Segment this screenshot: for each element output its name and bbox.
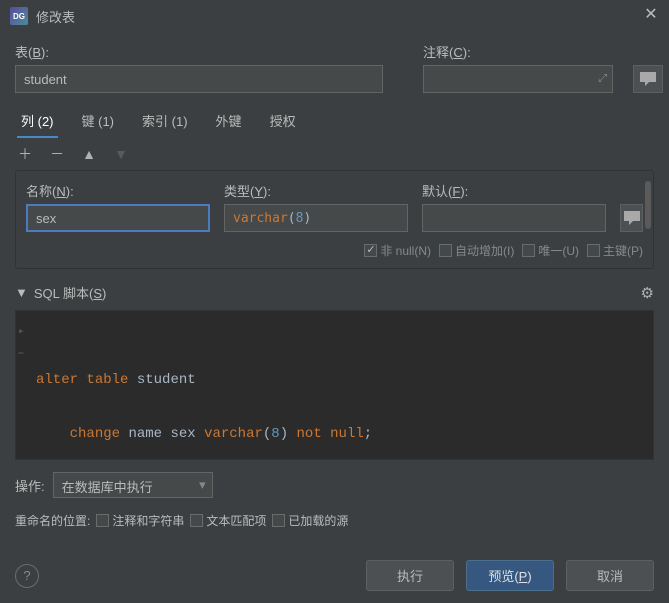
primary-key-checkbox[interactable]: 主键(P) <box>587 242 643 258</box>
auto-increment-checkbox[interactable]: 自动增加(I) <box>439 242 514 258</box>
tabs: 列 (2) 键 (1) 索引 (1) 外键 授权 <box>15 105 654 138</box>
gear-icon[interactable]: ⚙ <box>641 284 654 302</box>
cancel-button[interactable]: 取消 <box>566 560 654 591</box>
rename-position-label: 重命名的位置: <box>15 512 90 529</box>
run-button[interactable]: 执行 <box>366 560 454 591</box>
move-up-icon[interactable]: ▲ <box>81 146 97 162</box>
tab-indexes[interactable]: 索引 (1) <box>138 105 192 138</box>
add-icon[interactable]: ＋ <box>17 144 33 164</box>
window-title: 修改表 <box>36 7 643 26</box>
preview-button[interactable]: 预览(P) <box>466 560 554 591</box>
expand-icon[interactable]: ⤢ <box>598 73 607 86</box>
help-button[interactable]: ? <box>15 564 39 588</box>
tab-columns[interactable]: 列 (2) <box>17 105 58 138</box>
comment-label: 注释(C): <box>423 42 613 61</box>
close-icon[interactable]: ✕ <box>643 8 659 24</box>
app-icon: DG <box>10 7 28 25</box>
scrollbar[interactable] <box>645 181 651 229</box>
column-editor: 名称(N): 类型(Y): varchar(8) 默认(F): 非 null(N… <box>15 170 654 269</box>
sql-section-label: SQL 脚本(S) <box>34 283 107 302</box>
sql-section-header[interactable]: ▼ SQL 脚本(S) ⚙ <box>15 275 654 310</box>
rename-options-row: 重命名的位置: 注释和字符串 文本匹配项 已加载的源 <box>15 512 654 529</box>
move-down-icon[interactable]: ▼ <box>113 146 129 162</box>
column-default-input[interactable] <box>422 204 606 232</box>
remove-icon[interactable]: － <box>49 144 65 164</box>
rename-loaded-source-checkbox[interactable]: 已加载的源 <box>272 512 348 529</box>
column-toolbar: ＋ － ▲ ▼ <box>15 138 654 170</box>
unique-checkbox[interactable]: 唯一(U) <box>522 242 579 258</box>
action-label: 操作: <box>15 476 45 495</box>
rename-text-match-checkbox[interactable]: 文本匹配项 <box>190 512 266 529</box>
column-type-input[interactable]: varchar(8) <box>224 204 408 232</box>
tab-keys[interactable]: 键 (1) <box>78 105 119 138</box>
column-type-label: 类型(Y): <box>224 181 408 200</box>
table-name-input[interactable] <box>15 65 383 93</box>
sql-gutter: ▸⎯ <box>18 321 25 365</box>
tab-grants[interactable]: 授权 <box>266 105 300 138</box>
action-select[interactable]: 在数据库中执行 <box>53 472 213 498</box>
not-null-checkbox[interactable]: 非 null(N) <box>364 242 431 258</box>
table-label: 表(B): <box>15 42 403 61</box>
title-bar: DG 修改表 ✕ <box>0 0 669 32</box>
section-caret-icon: ▼ <box>15 285 28 300</box>
sql-script-view[interactable]: ▸⎯ alter table student change name sex v… <box>15 310 654 460</box>
column-flags-row: 非 null(N) 自动增加(I) 唯一(U) 主键(P) <box>26 242 643 258</box>
tab-foreign-keys[interactable]: 外键 <box>212 105 246 138</box>
default-dialog-button[interactable] <box>620 204 643 232</box>
rename-comment-str-checkbox[interactable]: 注释和字符串 <box>96 512 184 529</box>
dialog-footer: ? 执行 预览(P) 取消 <box>0 548 669 603</box>
comment-dialog-button[interactable] <box>633 65 663 93</box>
comment-input[interactable] <box>423 65 613 93</box>
column-name-label: 名称(N): <box>26 181 210 200</box>
column-default-label: 默认(F): <box>422 181 606 200</box>
column-name-input[interactable] <box>26 204 210 232</box>
